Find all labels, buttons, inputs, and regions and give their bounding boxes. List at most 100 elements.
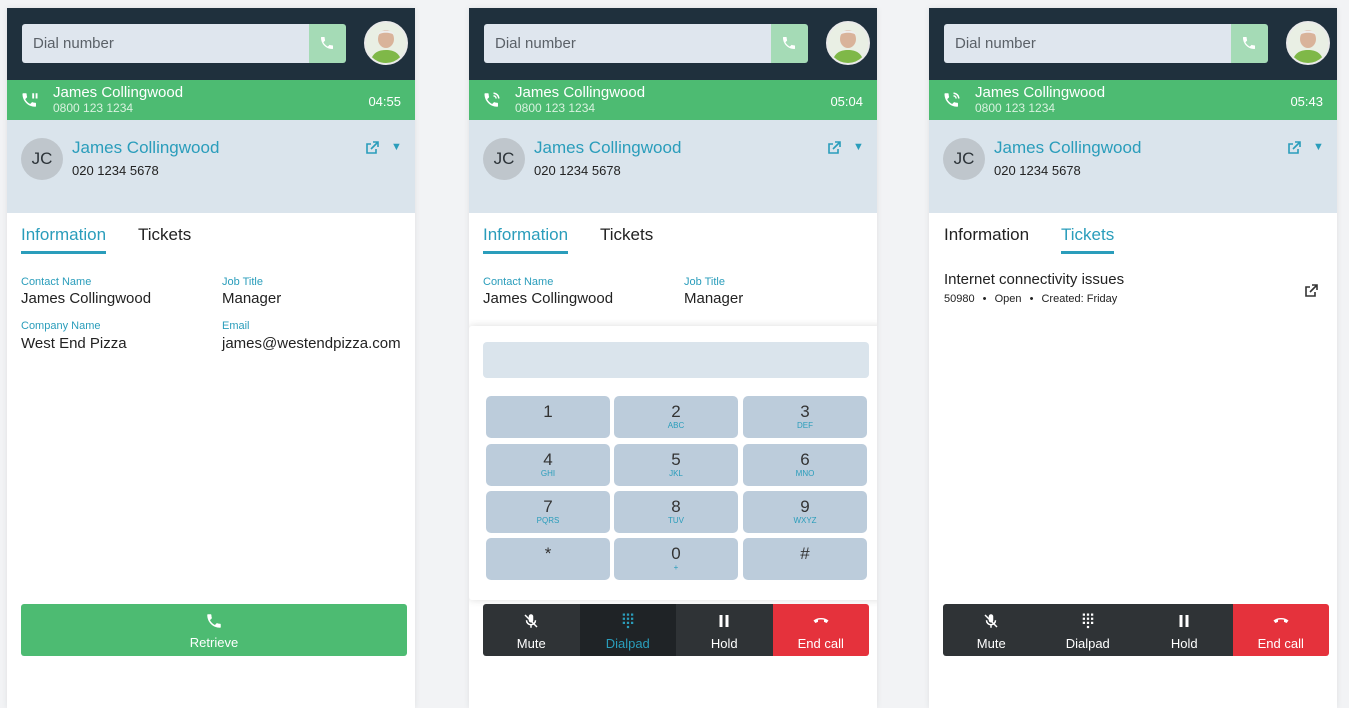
key-letters: WXYZ [793,516,817,525]
user-photo-icon [366,23,406,63]
mute-label: Mute [976,636,1006,651]
field-value-email[interactable]: james@westendpizza.com [222,335,401,352]
dialpad-key-3[interactable]: 3 DEF [743,396,867,438]
field-label-email: Email [222,320,250,332]
dialpad-key-7[interactable]: 7 PQRS [486,491,610,533]
dialpad-key-1[interactable]: 1 [486,396,610,438]
caller-number: 0800 123 1234 [53,101,134,115]
call-status-bar: James Collingwood 0800 123 1234 05:43 [929,80,1337,120]
phone-icon [207,614,221,628]
dial-number-input[interactable] [22,24,310,63]
external-link-icon[interactable] [826,140,842,156]
hold-label: Hold [710,636,738,651]
key-digit: 8 [671,497,681,516]
meta-separator: • [982,293,987,305]
end-call-label: End call [797,636,844,651]
hold-button[interactable]: Hold [676,604,773,656]
tab-tickets[interactable]: Tickets [600,225,653,251]
dialpad-key-6[interactable]: 6 MNO [743,444,867,486]
contact-phone: 020 1234 5678 [534,163,621,178]
softphone-panel-tickets: James Collingwood 0800 123 1234 05:43 JC… [929,8,1337,708]
external-link-icon[interactable] [1286,140,1302,156]
softphone-panel-held: James Collingwood 0800 123 1234 04:55 JC… [7,8,415,708]
contact-name-link[interactable]: James Collingwood [534,138,681,158]
hangup-icon [813,618,828,624]
key-digit: 6 [800,450,810,469]
call-timer: 05:04 [830,94,863,109]
contact-initials-avatar: JC [483,138,525,180]
user-avatar[interactable] [826,21,870,65]
mute-button[interactable]: Mute [483,604,580,656]
chevron-down-icon[interactable]: ▼ [853,141,864,153]
external-link-icon[interactable] [1303,283,1319,299]
hangup-icon [1273,618,1288,624]
dialpad-popup: 1 2 ABC 3 DEF 4 GHI 5 JKL 6 MNO 7 PQRS 8 TUV 9W… [469,326,877,600]
dialpad-key-9[interactable]: 9 WXYZ [743,491,867,533]
user-photo-icon [828,23,868,63]
field-label-job-title: Job Title [222,276,263,288]
dialpad-display[interactable] [483,342,869,378]
retrieve-button[interactable]: Retrieve [21,604,407,656]
caller-name: James Collingwood [53,84,184,101]
tab-tickets[interactable]: Tickets [1061,225,1115,254]
tab-information[interactable]: Information [21,225,107,254]
tab-tickets[interactable]: Tickets [138,225,191,251]
ticket-created: Created: Friday [1041,293,1118,305]
dialpad-key-8[interactable]: 8 TUV [614,491,738,533]
ticket-meta: 50980 • Open • Created: Friday [944,293,1117,305]
field-value-job-title: Manager [684,290,744,307]
tab-information[interactable]: Information [483,225,569,254]
call-status-bar: James Collingwood 0800 123 1234 04:55 [7,80,415,120]
meta-separator: • [1029,293,1034,305]
dial-call-button[interactable] [771,24,808,63]
key-digit: 5 [671,450,681,469]
ticket-title[interactable]: Internet connectivity issues [944,271,1124,288]
dialpad-key-2[interactable]: 2 ABC [614,396,738,438]
dialpad-button[interactable]: Dialpad [579,604,676,656]
tab-information[interactable]: Information [944,225,1029,251]
top-bar [469,8,877,80]
dialpad-key-hash[interactable]: # [743,538,867,580]
key-letters: JKL [669,469,683,478]
dial-call-button[interactable] [1231,24,1268,63]
external-link-icon[interactable] [364,140,380,156]
key-letters: TUV [668,516,684,525]
chevron-down-icon[interactable]: ▼ [391,141,402,153]
phone-icon [321,37,333,49]
call-status-bar: James Collingwood 0800 123 1234 05:04 [469,80,877,120]
dialpad-key-0[interactable]: 0 + [614,538,738,580]
dialpad-key-4[interactable]: 4 GHI [486,444,610,486]
chevron-down-icon[interactable]: ▼ [1313,141,1324,153]
key-digit: 1 [543,402,553,421]
contact-card: JC James Collingwood 020 1234 5678 ▼ [7,120,415,213]
key-digit: * [544,544,552,563]
contact-phone: 020 1234 5678 [72,163,159,178]
end-call-button[interactable]: End call [1232,604,1329,656]
pause-icon [1179,615,1189,627]
end-call-label: End call [1257,636,1304,651]
top-bar [7,8,415,80]
end-call-button[interactable]: End call [772,604,869,656]
dial-number-input[interactable] [944,24,1232,63]
user-avatar[interactable] [1286,21,1330,65]
hold-button[interactable]: Hold [1136,604,1233,656]
dialpad-key-5[interactable]: 5 JKL [614,444,738,486]
caller-name: James Collingwood [975,84,1106,101]
user-avatar[interactable] [364,21,408,65]
field-value-company-name: West End Pizza [21,335,127,352]
dialpad-key-star[interactable]: * [486,538,610,580]
field-value-job-title: Manager [222,290,282,307]
dialpad-label: Dialpad [1065,636,1110,651]
contact-name-link[interactable]: James Collingwood [72,138,219,158]
call-controls: Mute Dialpad Hold End call [943,604,1329,656]
dial-number-input[interactable] [484,24,772,63]
mute-label: Mute [516,636,546,651]
contact-phone: 020 1234 5678 [994,163,1081,178]
dialpad-button[interactable]: Dialpad [1039,604,1136,656]
key-letters: DEF [797,421,813,430]
contact-name-link[interactable]: James Collingwood [994,138,1141,158]
field-value-contact-name: James Collingwood [483,290,614,307]
dial-call-button[interactable] [309,24,346,63]
key-digit: # [800,544,810,563]
mute-button[interactable]: Mute [943,604,1040,656]
